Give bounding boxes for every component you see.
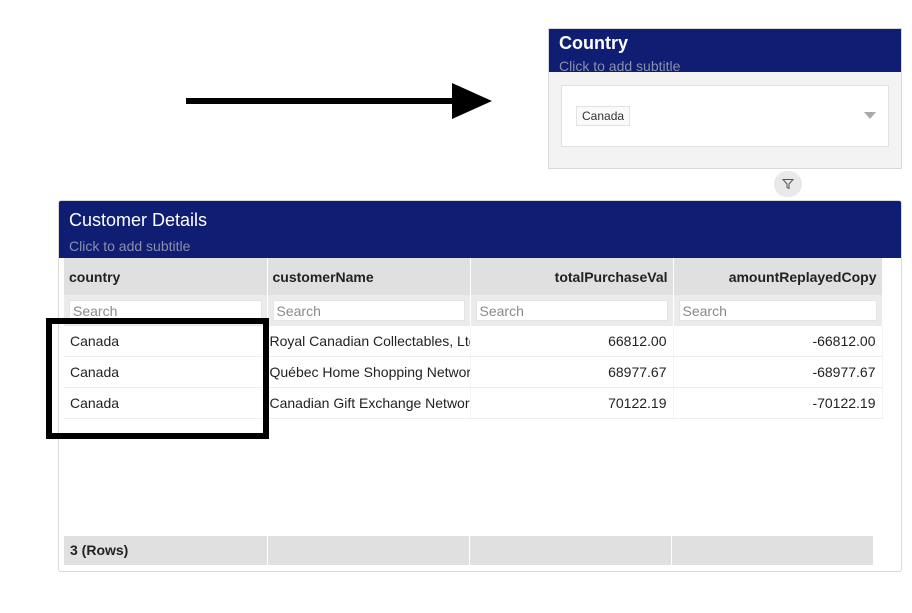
column-header-total-purchase[interactable]: totalPurchaseVal	[470, 258, 674, 295]
country-filter-subtitle[interactable]: Click to add subtitle	[559, 58, 680, 74]
cell-total-purchase: 68977.67	[470, 356, 674, 388]
customer-details-title: Customer Details	[69, 210, 208, 230]
column-header-customer-name[interactable]: customerName	[267, 258, 471, 295]
country-select[interactable]: Canada	[561, 85, 889, 147]
cell-customer-name: Canadian Gift Exchange Network	[267, 387, 471, 419]
footer-cell	[470, 536, 672, 565]
filter-button[interactable]	[774, 171, 802, 197]
country-filter-title: Country	[559, 33, 628, 53]
customer-details-header: Customer Details Click to add subtitle	[59, 201, 901, 258]
country-filter-header: Country Click to add subtitle	[549, 29, 901, 74]
cell-total-purchase: 70122.19	[470, 387, 674, 419]
funnel-icon	[782, 179, 794, 190]
search-input-amount-replayed[interactable]	[678, 300, 877, 321]
cell-amount-replayed: -66812.00	[673, 326, 883, 357]
customer-details-subtitle[interactable]: Click to add subtitle	[69, 238, 190, 254]
footer-cell	[268, 536, 470, 565]
cell-customer-name: Québec Home Shopping Network	[267, 356, 471, 388]
search-input-total-purchase[interactable]	[475, 300, 668, 321]
footer-cell	[672, 536, 874, 565]
country-filter-card: Country Click to add subtitle Canada	[548, 28, 902, 169]
column-header-amount-replayed[interactable]: amountReplayedCopy	[673, 258, 883, 295]
column-header-country[interactable]: country	[64, 258, 268, 295]
selected-country-chip[interactable]: Canada	[576, 106, 631, 126]
cell-amount-replayed: -70122.19	[673, 387, 883, 419]
cell-amount-replayed: -68977.67	[673, 356, 883, 388]
search-input-customer-name[interactable]	[272, 300, 465, 321]
chevron-down-icon[interactable]	[864, 112, 876, 119]
annotation-highlight-box	[46, 318, 269, 439]
right-arrow-icon	[186, 83, 492, 119]
cell-total-purchase: 66812.00	[470, 326, 674, 357]
table-footer: 3 (Rows)	[64, 536, 874, 565]
table-header-row: country customerName totalPurchaseVal am…	[64, 258, 883, 295]
cell-customer-name: Royal Canadian Collectables, Ltd.	[267, 326, 471, 357]
row-count: 3 (Rows)	[64, 536, 268, 565]
